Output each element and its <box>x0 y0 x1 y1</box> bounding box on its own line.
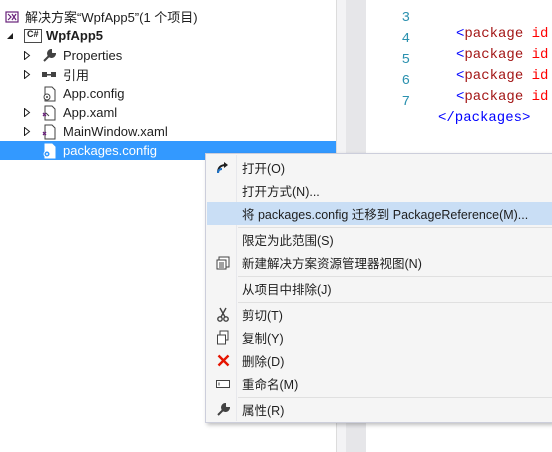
new-view-icon <box>215 255 231 271</box>
code-line: 6 <package id <box>366 57 552 105</box>
code-line: 5 <package id <box>366 36 552 84</box>
tree-item-references[interactable]: 引用 <box>0 65 336 84</box>
rename-icon <box>215 376 231 392</box>
menu-item-label: 复制(Y) <box>242 332 284 346</box>
menu-item-copy[interactable]: 复制(Y) <box>207 326 552 349</box>
csharp-project-icon: C# <box>24 28 42 44</box>
menu-item-properties[interactable]: 属性(R) <box>207 398 552 421</box>
references-icon <box>41 67 57 83</box>
menu-item-scope-to-this[interactable]: 限定为此范围(S) <box>207 228 552 251</box>
menu-item-label: 从项目中排除(J) <box>242 283 332 297</box>
menu-item-label: 删除(D) <box>242 355 285 369</box>
menu-item-migrate-packagereference[interactable]: 将 packages.config 迁移到 PackageReference(M… <box>207 202 552 225</box>
code-line: 3 <package id <box>366 0 552 42</box>
expand-triangle-icon[interactable] <box>22 108 31 117</box>
scissors-icon <box>215 307 231 323</box>
menu-item-label: 新建解决方案资源管理器视图(N) <box>242 257 422 271</box>
menu-item-label: 打开方式(N)... <box>242 185 320 199</box>
menu-item-label: 剪切(T) <box>242 309 283 323</box>
csharp-badge: C# <box>27 28 39 39</box>
solution-icon <box>4 9 20 25</box>
code-line: 7 </packages> <box>366 78 552 126</box>
tree-item-mainwindow-xaml[interactable]: MainWindow.xaml <box>0 122 336 141</box>
menu-item-open-with[interactable]: 打开方式(N)... <box>207 179 552 202</box>
xaml-file-icon <box>41 105 57 121</box>
tree-item-label: MainWindow.xaml <box>63 124 168 139</box>
menu-item-delete[interactable]: 删除(D) <box>207 349 552 372</box>
solution-label: 解决方案“WpfApp5”(1 个项目) <box>25 10 198 25</box>
menu-item-label: 打开(O) <box>242 162 286 176</box>
delete-x-icon <box>215 353 231 369</box>
menu-item-rename[interactable]: 重命名(M) <box>207 372 552 395</box>
tree-item-label: packages.config <box>63 143 157 158</box>
tree-item-label: 引用 <box>63 68 90 83</box>
code-text: </packages> <box>438 110 531 126</box>
config-file-icon <box>41 86 57 102</box>
menu-item-exclude-from-project[interactable]: 从项目中排除(J) <box>207 277 552 300</box>
context-menu: 打开(O) 打开方式(N)... 将 packages.config 迁移到 P… <box>205 153 552 423</box>
tree-item-label: Properties <box>63 48 123 63</box>
expand-triangle-icon[interactable] <box>22 127 31 136</box>
tree-item-app-xaml[interactable]: App.xaml <box>0 103 336 122</box>
wrench-icon <box>41 48 57 64</box>
wrench-icon <box>215 402 231 418</box>
tree-item-app-config[interactable]: App.config <box>0 84 336 103</box>
expand-triangle-icon[interactable] <box>22 70 31 79</box>
code-line: 4 <package id <box>366 15 552 63</box>
project-node[interactable]: C# WpfApp5 <box>0 26 336 45</box>
solution-node[interactable]: 解决方案“WpfApp5”(1 个项目) <box>0 7 336 26</box>
menu-item-cut[interactable]: 剪切(T) <box>207 303 552 326</box>
expand-triangle-icon[interactable] <box>22 51 31 60</box>
open-arrow-icon <box>215 160 231 176</box>
menu-item-label: 限定为此范围(S) <box>242 234 334 248</box>
copy-icon <box>215 330 231 346</box>
collapse-triangle-icon[interactable] <box>5 31 14 40</box>
project-label: WpfApp5 <box>46 28 104 43</box>
tree-item-label: App.config <box>63 86 125 101</box>
tree-item-label: App.xaml <box>63 105 118 120</box>
menu-item-new-explorer-view[interactable]: 新建解决方案资源管理器视图(N) <box>207 251 552 274</box>
menu-item-label: 属性(R) <box>242 404 285 418</box>
tree-item-properties[interactable]: Properties <box>0 46 336 65</box>
config-file-icon <box>41 143 57 159</box>
menu-item-open[interactable]: 打开(O) <box>207 156 552 179</box>
line-number: 7 <box>401 94 410 110</box>
menu-item-label: 重命名(M) <box>242 378 299 392</box>
menu-item-label: 将 packages.config 迁移到 PackageReference(M… <box>242 208 529 222</box>
xaml-file-icon <box>41 124 57 140</box>
